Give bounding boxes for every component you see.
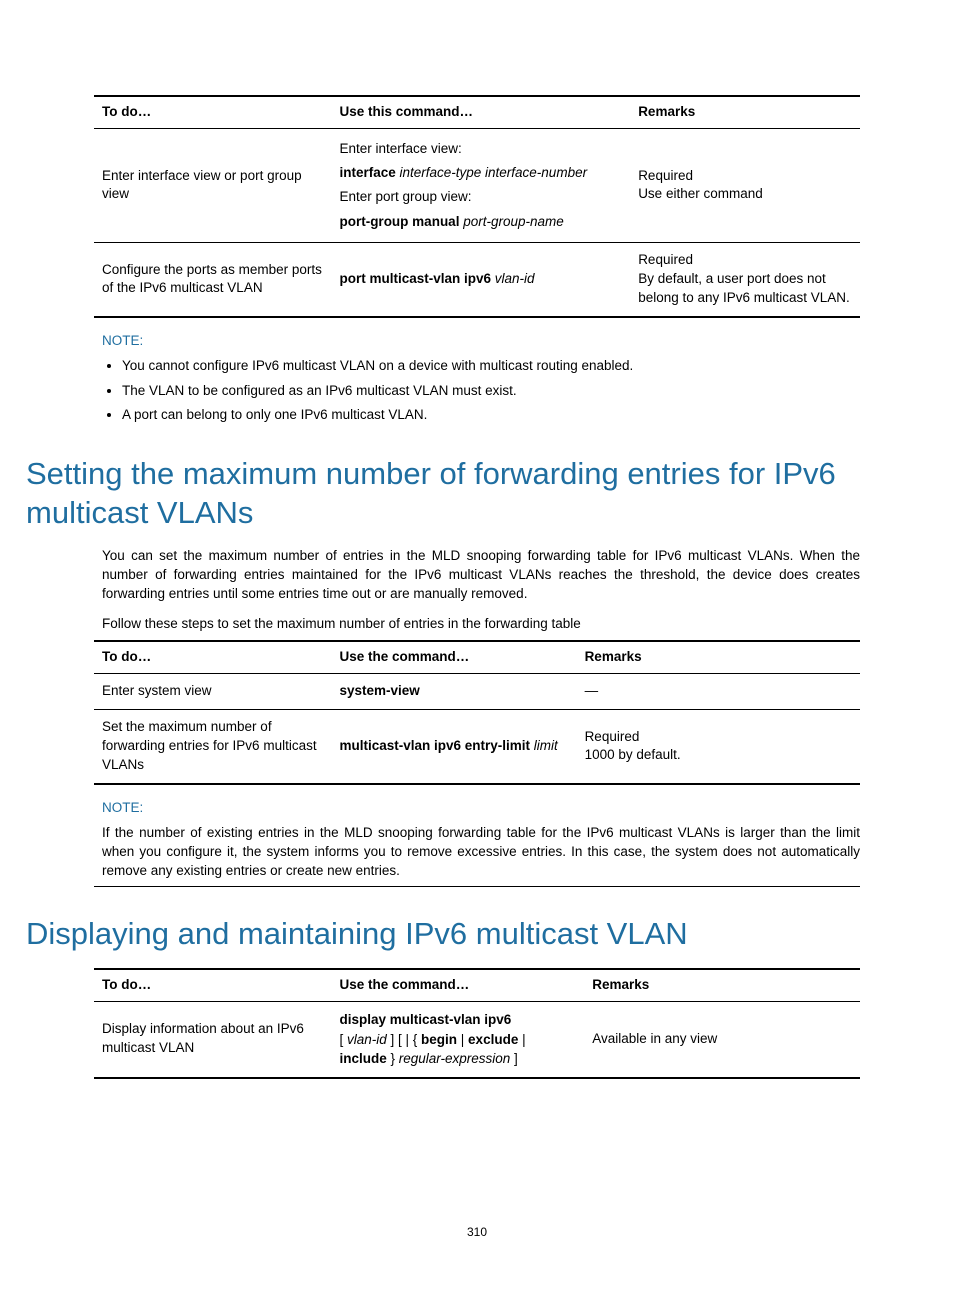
t3-r1-cmd: display multicast-vlan ipv6 [ vlan-id ] … [331, 1002, 584, 1078]
note1-list: You cannot configure IPv6 multicast VLAN… [122, 357, 860, 426]
note1-item: A port can belong to only one IPv6 multi… [122, 406, 860, 425]
t2-r2-remarks: Required 1000 by default. [577, 710, 860, 784]
t1-r2-cmd: port multicast-vlan ipv6 vlan-id [331, 243, 630, 317]
t1-r2-remarks: Required By default, a user port does no… [630, 243, 860, 317]
t2-r1-todo: Enter system view [94, 674, 331, 710]
t2-r1-cmd: system-view [331, 674, 576, 710]
t1-r1-todo: Enter interface view or port group view [94, 128, 331, 242]
t1-r1-remarks: Required Use either command [630, 128, 860, 242]
t3-r1-remarks: Available in any view [584, 1002, 860, 1078]
t2-r2-todo: Set the maximum number of forwarding ent… [94, 710, 331, 784]
note1-item: The VLAN to be configured as an IPv6 mul… [122, 382, 860, 401]
note1-heading: NOTE: [102, 332, 860, 351]
note2-rule [94, 886, 860, 887]
t3-header-remarks: Remarks [584, 969, 860, 1001]
config-ports-table: To do… Use this command… Remarks Enter i… [94, 95, 860, 318]
t2-r1-remarks: — [577, 674, 860, 710]
page-number: 310 [0, 1224, 954, 1241]
t2-header-remarks: Remarks [577, 641, 860, 673]
t1-header-remarks: Remarks [630, 96, 860, 128]
t1-r2-todo: Configure the ports as member ports of t… [94, 243, 331, 317]
t3-header-cmd: Use the command… [331, 969, 584, 1001]
display-table: To do… Use the command… Remarks Display … [94, 968, 860, 1079]
heading-displaying: Displaying and maintaining IPv6 multicas… [26, 915, 860, 954]
entry-limit-table: To do… Use the command… Remarks Enter sy… [94, 640, 860, 784]
t1-header-todo: To do… [94, 96, 331, 128]
lead-setting: Follow these steps to set the maximum nu… [102, 615, 860, 634]
para-setting: You can set the maximum number of entrie… [102, 547, 860, 604]
t2-r2-cmd: multicast-vlan ipv6 entry-limit limit [331, 710, 576, 784]
t3-r1-todo: Display information about an IPv6 multic… [94, 1002, 331, 1078]
heading-setting-max: Setting the maximum number of forwarding… [26, 455, 870, 533]
t3-header-todo: To do… [94, 969, 331, 1001]
t1-r1-cmd: Enter interface view: interface interfac… [331, 128, 630, 242]
t2-header-todo: To do… [94, 641, 331, 673]
t1-header-cmd: Use this command… [331, 96, 630, 128]
t2-header-cmd: Use the command… [331, 641, 576, 673]
note1-item: You cannot configure IPv6 multicast VLAN… [122, 357, 860, 376]
note2-text: If the number of existing entries in the… [102, 824, 860, 881]
note2-heading: NOTE: [102, 799, 860, 818]
